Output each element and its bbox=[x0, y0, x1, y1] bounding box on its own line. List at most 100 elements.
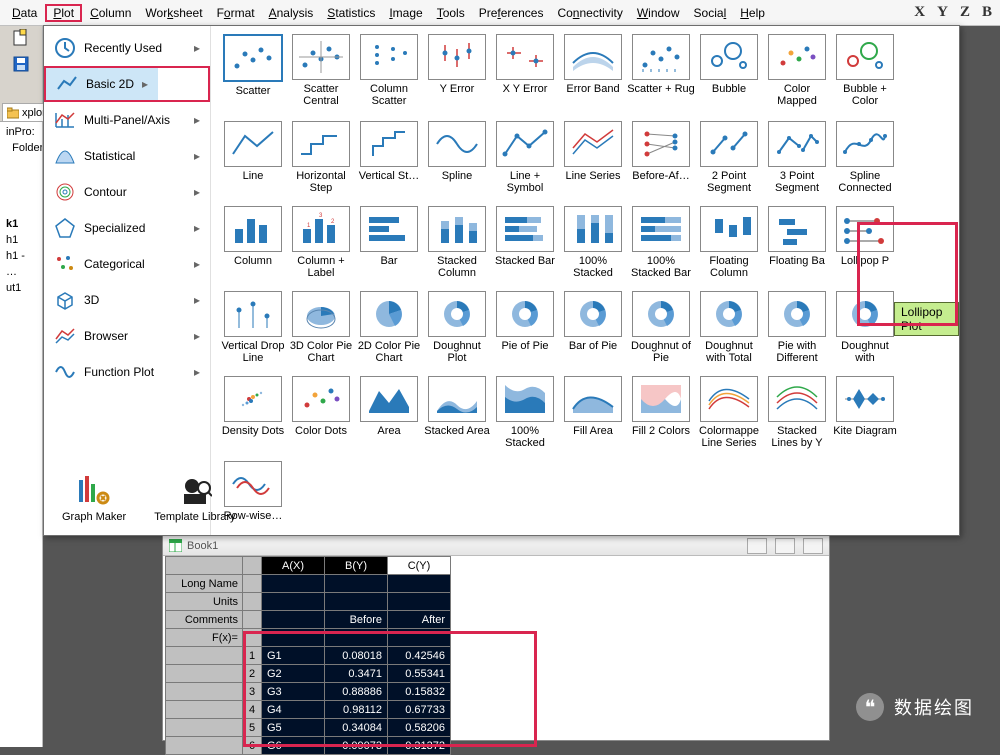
col-header-a[interactable]: A(X) bbox=[262, 557, 325, 575]
plot-thumb-pie-with-different[interactable]: Pie with Different bbox=[763, 291, 831, 366]
cell[interactable]: 0.09073 bbox=[325, 737, 388, 755]
menu-preferences[interactable]: Preferences bbox=[473, 4, 550, 22]
plot-cat-basic-2d[interactable]: Basic 2D▸ bbox=[46, 68, 158, 100]
plot-thumb-scatter-rug[interactable]: Scatter + Rug bbox=[627, 34, 695, 111]
cell[interactable]: 0.58206 bbox=[388, 719, 451, 737]
row-longname[interactable]: Long Name bbox=[166, 575, 243, 593]
col-header-c[interactable]: C(Y) bbox=[388, 557, 451, 575]
plot-thumb-error-band[interactable]: Error Band bbox=[559, 34, 627, 111]
plot-thumb-2-point-segment[interactable]: 2 Point Segment bbox=[695, 121, 763, 196]
plot-thumb-doughnut-plot[interactable]: Doughnut Plot bbox=[423, 291, 491, 366]
col-header-b[interactable]: B(Y) bbox=[325, 557, 388, 575]
menu-social[interactable]: Social bbox=[688, 4, 733, 22]
plot-thumb-vertical-st-[interactable]: Vertical St… bbox=[355, 121, 423, 196]
plot-thumb-x-y-error[interactable]: X Y Error bbox=[491, 34, 559, 111]
window-max-button[interactable] bbox=[775, 538, 795, 554]
cell[interactable]: G5 bbox=[262, 719, 325, 737]
menu-help[interactable]: Help bbox=[734, 4, 771, 22]
explorer-item[interactable]: Folder1 bbox=[6, 140, 36, 156]
plot-thumb-fill-area[interactable]: Fill Area bbox=[559, 376, 627, 451]
cell[interactable]: 0.98112 bbox=[325, 701, 388, 719]
plot-thumb-stacked-area[interactable]: Stacked Area bbox=[423, 376, 491, 451]
row-index[interactable]: 2 bbox=[243, 665, 262, 683]
explorer-item[interactable]: ut1 bbox=[6, 280, 36, 296]
plot-thumb-stacked-column[interactable]: Stacked Column bbox=[423, 206, 491, 281]
plot-thumb-column[interactable]: Column bbox=[219, 206, 287, 281]
cell[interactable]: G6 bbox=[262, 737, 325, 755]
plot-thumb-line-series[interactable]: Line Series bbox=[559, 121, 627, 196]
plot-cat-statistical[interactable]: Statistical▸ bbox=[44, 140, 210, 172]
menu-plot[interactable]: Plot bbox=[47, 4, 80, 22]
template-library-button[interactable]: Template Library bbox=[154, 473, 235, 523]
plot-thumb-bar[interactable]: Bar bbox=[355, 206, 423, 281]
window-close-button[interactable] bbox=[803, 538, 823, 554]
plot-thumb-spline-connected[interactable]: Spline Connected bbox=[831, 121, 899, 196]
plot-thumb-y-error[interactable]: Y Error bbox=[423, 34, 491, 111]
row-comments[interactable]: Comments bbox=[166, 611, 243, 629]
cell[interactable]: 0.67733 bbox=[388, 701, 451, 719]
book1-titlebar[interactable]: Book1 bbox=[163, 536, 829, 556]
row-index[interactable]: 5 bbox=[243, 719, 262, 737]
plot-thumb-3-point-segment[interactable]: 3 Point Segment bbox=[763, 121, 831, 196]
row-index[interactable]: 1 bbox=[243, 647, 262, 665]
graph-maker-button[interactable]: Graph Maker bbox=[62, 473, 126, 523]
row-index[interactable]: 6 bbox=[243, 737, 262, 755]
menu-tools[interactable]: Tools bbox=[431, 4, 471, 22]
tool-save[interactable] bbox=[0, 51, 42, 77]
menu-data[interactable]: Data bbox=[6, 4, 43, 22]
plot-thumb-bubble-color[interactable]: Bubble + Color bbox=[831, 34, 899, 111]
plot-thumb-pie-of-pie[interactable]: Pie of Pie bbox=[491, 291, 559, 366]
cell[interactable]: 0.08018 bbox=[325, 647, 388, 665]
plot-thumb-scatter-central[interactable]: Scatter Central bbox=[287, 34, 355, 111]
plot-thumb-2d-color-pie-chart[interactable]: 2D Color Pie Chart bbox=[355, 291, 423, 366]
row-index[interactable]: 3 bbox=[243, 683, 262, 701]
plot-thumb-column-scatter[interactable]: Column Scatter bbox=[355, 34, 423, 111]
explorer-item[interactable]: h1 - … bbox=[6, 248, 36, 280]
cell[interactable]: 0.88886 bbox=[325, 683, 388, 701]
cell[interactable]: G3 bbox=[262, 683, 325, 701]
menu-statistics[interactable]: Statistics bbox=[321, 4, 381, 22]
menu-column[interactable]: Column bbox=[84, 4, 137, 22]
cell[interactable]: 0.55341 bbox=[388, 665, 451, 683]
cell[interactable]: 0.3471 bbox=[325, 665, 388, 683]
plot-thumb-100-stacked[interactable]: 100% Stacked bbox=[491, 376, 559, 451]
plot-thumb-3d-color-pie-chart[interactable]: 3D Color Pie Chart bbox=[287, 291, 355, 366]
plot-thumb-line[interactable]: Line bbox=[219, 121, 287, 196]
axis-b-icon[interactable]: В bbox=[982, 4, 992, 21]
plot-thumb-density-dots[interactable]: Density Dots bbox=[219, 376, 287, 451]
cell[interactable]: 0.42546 bbox=[388, 647, 451, 665]
plot-thumb-100-stacked-bar[interactable]: 100% Stacked Bar bbox=[627, 206, 695, 281]
axis-x-icon[interactable]: X bbox=[914, 4, 925, 21]
plot-cat-function-plot[interactable]: Function Plot▸ bbox=[44, 356, 210, 388]
tool-new-project[interactable] bbox=[0, 25, 42, 51]
menu-analysis[interactable]: Analysis bbox=[263, 4, 320, 22]
explorer-item[interactable]: h1 bbox=[6, 232, 36, 248]
plot-thumb-fill-2-colors[interactable]: Fill 2 Colors bbox=[627, 376, 695, 451]
worksheet-grid[interactable]: A(X) B(Y) C(Y) Long Name Units CommentsB… bbox=[165, 556, 451, 755]
window-min-button[interactable] bbox=[747, 538, 767, 554]
explorer-item[interactable]: inPro: bbox=[6, 124, 36, 140]
cell[interactable]: G4 bbox=[262, 701, 325, 719]
plot-thumb-line-symbol[interactable]: Line + Symbol bbox=[491, 121, 559, 196]
plot-cat-browser[interactable]: Browser▸ bbox=[44, 320, 210, 352]
menu-window[interactable]: Window bbox=[631, 4, 686, 22]
plot-thumb-floating-column[interactable]: Floating Column bbox=[695, 206, 763, 281]
cell[interactable]: 0.15832 bbox=[388, 683, 451, 701]
plot-thumb-spline[interactable]: Spline bbox=[423, 121, 491, 196]
plot-thumb-vertical-drop-line[interactable]: Vertical Drop Line bbox=[219, 291, 287, 366]
plot-thumb-before-af-[interactable]: Before-Af… bbox=[627, 121, 695, 196]
plot-cat-contour[interactable]: Contour▸ bbox=[44, 176, 210, 208]
row-units[interactable]: Units bbox=[166, 593, 243, 611]
axis-z-icon[interactable]: Z bbox=[960, 4, 970, 21]
plot-thumb-stacked-lines-by-y[interactable]: Stacked Lines by Y bbox=[763, 376, 831, 451]
plot-cat-recently-used[interactable]: Recently Used▸ bbox=[44, 32, 210, 64]
plot-thumb-column-label[interactable]: 132Column + Label bbox=[287, 206, 355, 281]
plot-thumb-scatter[interactable]: Scatter bbox=[219, 34, 287, 111]
plot-thumb-doughnut-of-pie[interactable]: Doughnut of Pie bbox=[627, 291, 695, 366]
menu-connectivity[interactable]: Connectivity bbox=[551, 4, 628, 22]
plot-thumb-stacked-bar[interactable]: Stacked Bar bbox=[491, 206, 559, 281]
menu-format[interactable]: Format bbox=[211, 4, 261, 22]
plot-cat-multi-panel-axis[interactable]: Multi-Panel/Axis▸ bbox=[44, 104, 210, 136]
cell[interactable]: 0.34084 bbox=[325, 719, 388, 737]
cell[interactable]: G1 bbox=[262, 647, 325, 665]
